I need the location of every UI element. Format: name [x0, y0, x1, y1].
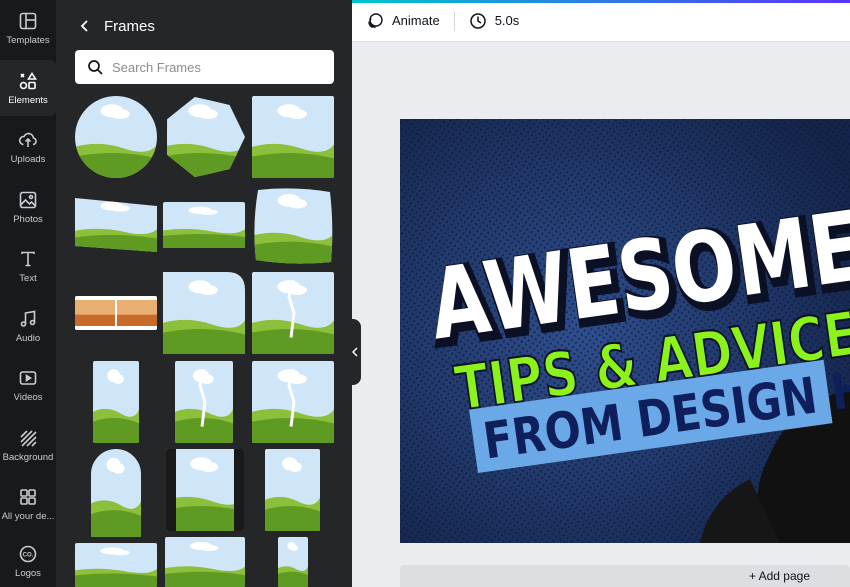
duration-label: 5.0s [494, 13, 520, 28]
panel-header: Frames [56, 0, 352, 52]
frame-thumbnail[interactable] [265, 449, 320, 531]
animate-icon [368, 12, 383, 28]
frame-thumbnail[interactable] [252, 272, 334, 354]
frame-thumbnail[interactable] [165, 537, 245, 587]
frame-thumbnail[interactable] [252, 186, 334, 266]
collapse-panel-handle[interactable] [349, 319, 361, 385]
sidebar-item-background[interactable]: Background [0, 417, 56, 473]
text-icon [21, 251, 35, 266]
sidebar-item-label: Templates [6, 34, 50, 46]
design-canvas[interactable]: AWESOME AWESOME TIPS & ADVICE FROM DESIG… [400, 119, 850, 543]
toolbar-divider [453, 10, 455, 31]
duration-button[interactable]: 5.0s [469, 12, 520, 30]
frame-thumbnail[interactable] [252, 96, 334, 178]
frame-thumbnail[interactable] [75, 296, 157, 330]
all-your-designs-icon [20, 488, 36, 505]
topbar-accent [352, 0, 850, 3]
left-icon-rail: Templates Elements Uploads Photos Text A… [0, 0, 56, 587]
search-box[interactable] [75, 50, 334, 84]
frame-thumbnail[interactable] [75, 96, 157, 178]
logos-icon: CO. [19, 545, 37, 562]
sidebar-item-all-your-designs[interactable]: All your de... [0, 476, 56, 532]
frames-panel: Frames [56, 0, 352, 587]
search-input[interactable] [112, 59, 332, 75]
sidebar-item-label: Logos [15, 567, 41, 579]
sidebar-item-label: Photos [13, 213, 43, 225]
search-icon [88, 59, 103, 75]
animate-button[interactable]: Animate [366, 12, 440, 30]
frame-thumbnail[interactable] [163, 96, 245, 178]
audio-icon [20, 310, 36, 327]
back-chevron-icon[interactable] [78, 19, 92, 33]
background-icon [20, 429, 37, 447]
uploads-icon [18, 132, 37, 147]
templates-icon [19, 12, 37, 29]
clock-icon [469, 12, 486, 29]
sidebar-item-label: All your de... [1, 510, 55, 522]
frame-thumbnail[interactable] [75, 196, 157, 252]
elements-icon [19, 71, 37, 89]
frame-thumbnail[interactable] [75, 543, 157, 587]
sidebar-item-label: Audio [15, 332, 41, 344]
sidebar-item-label: Text [19, 272, 37, 284]
add-page-button[interactable]: + Add page [400, 565, 850, 587]
top-toolbar: Animate 5.0s [352, 0, 850, 42]
chevron-left-icon [352, 347, 358, 357]
videos-icon [19, 370, 37, 385]
frame-thumbnail[interactable] [93, 361, 139, 443]
animate-label: Animate [392, 13, 440, 28]
sidebar-item-templates[interactable]: Templates [0, 0, 56, 56]
sidebar-item-text[interactable]: Text [0, 238, 56, 294]
svg-text:CO.: CO. [23, 552, 34, 558]
panel-title: Frames [104, 17, 155, 35]
sidebar-item-audio[interactable]: Audio [0, 298, 56, 354]
sidebar-item-label: Videos [13, 391, 43, 403]
sidebar-item-label: Background [2, 451, 54, 463]
canvas-artwork: AWESOME AWESOME TIPS & ADVICE FROM DESIG… [400, 119, 850, 543]
frame-thumbnail[interactable] [278, 537, 308, 587]
sidebar-item-videos[interactable]: Videos [0, 357, 56, 413]
frame-thumbnail[interactable] [175, 361, 233, 443]
frame-thumbnail[interactable] [163, 272, 245, 354]
frame-thumbnail[interactable] [91, 449, 141, 537]
sidebar-item-label: Uploads [10, 153, 46, 165]
frame-thumbnail[interactable] [166, 449, 244, 531]
sidebar-item-label: Elements [8, 94, 48, 106]
sidebar-item-logos[interactable]: CO. Logos [0, 533, 56, 587]
sidebar-item-uploads[interactable]: Uploads [0, 119, 56, 175]
sidebar-item-elements[interactable]: Elements [0, 60, 56, 116]
frame-thumbnail[interactable] [252, 361, 334, 443]
sidebar-item-photos[interactable]: Photos [0, 179, 56, 235]
photos-icon [19, 191, 37, 208]
frame-thumbnail[interactable] [163, 202, 245, 248]
